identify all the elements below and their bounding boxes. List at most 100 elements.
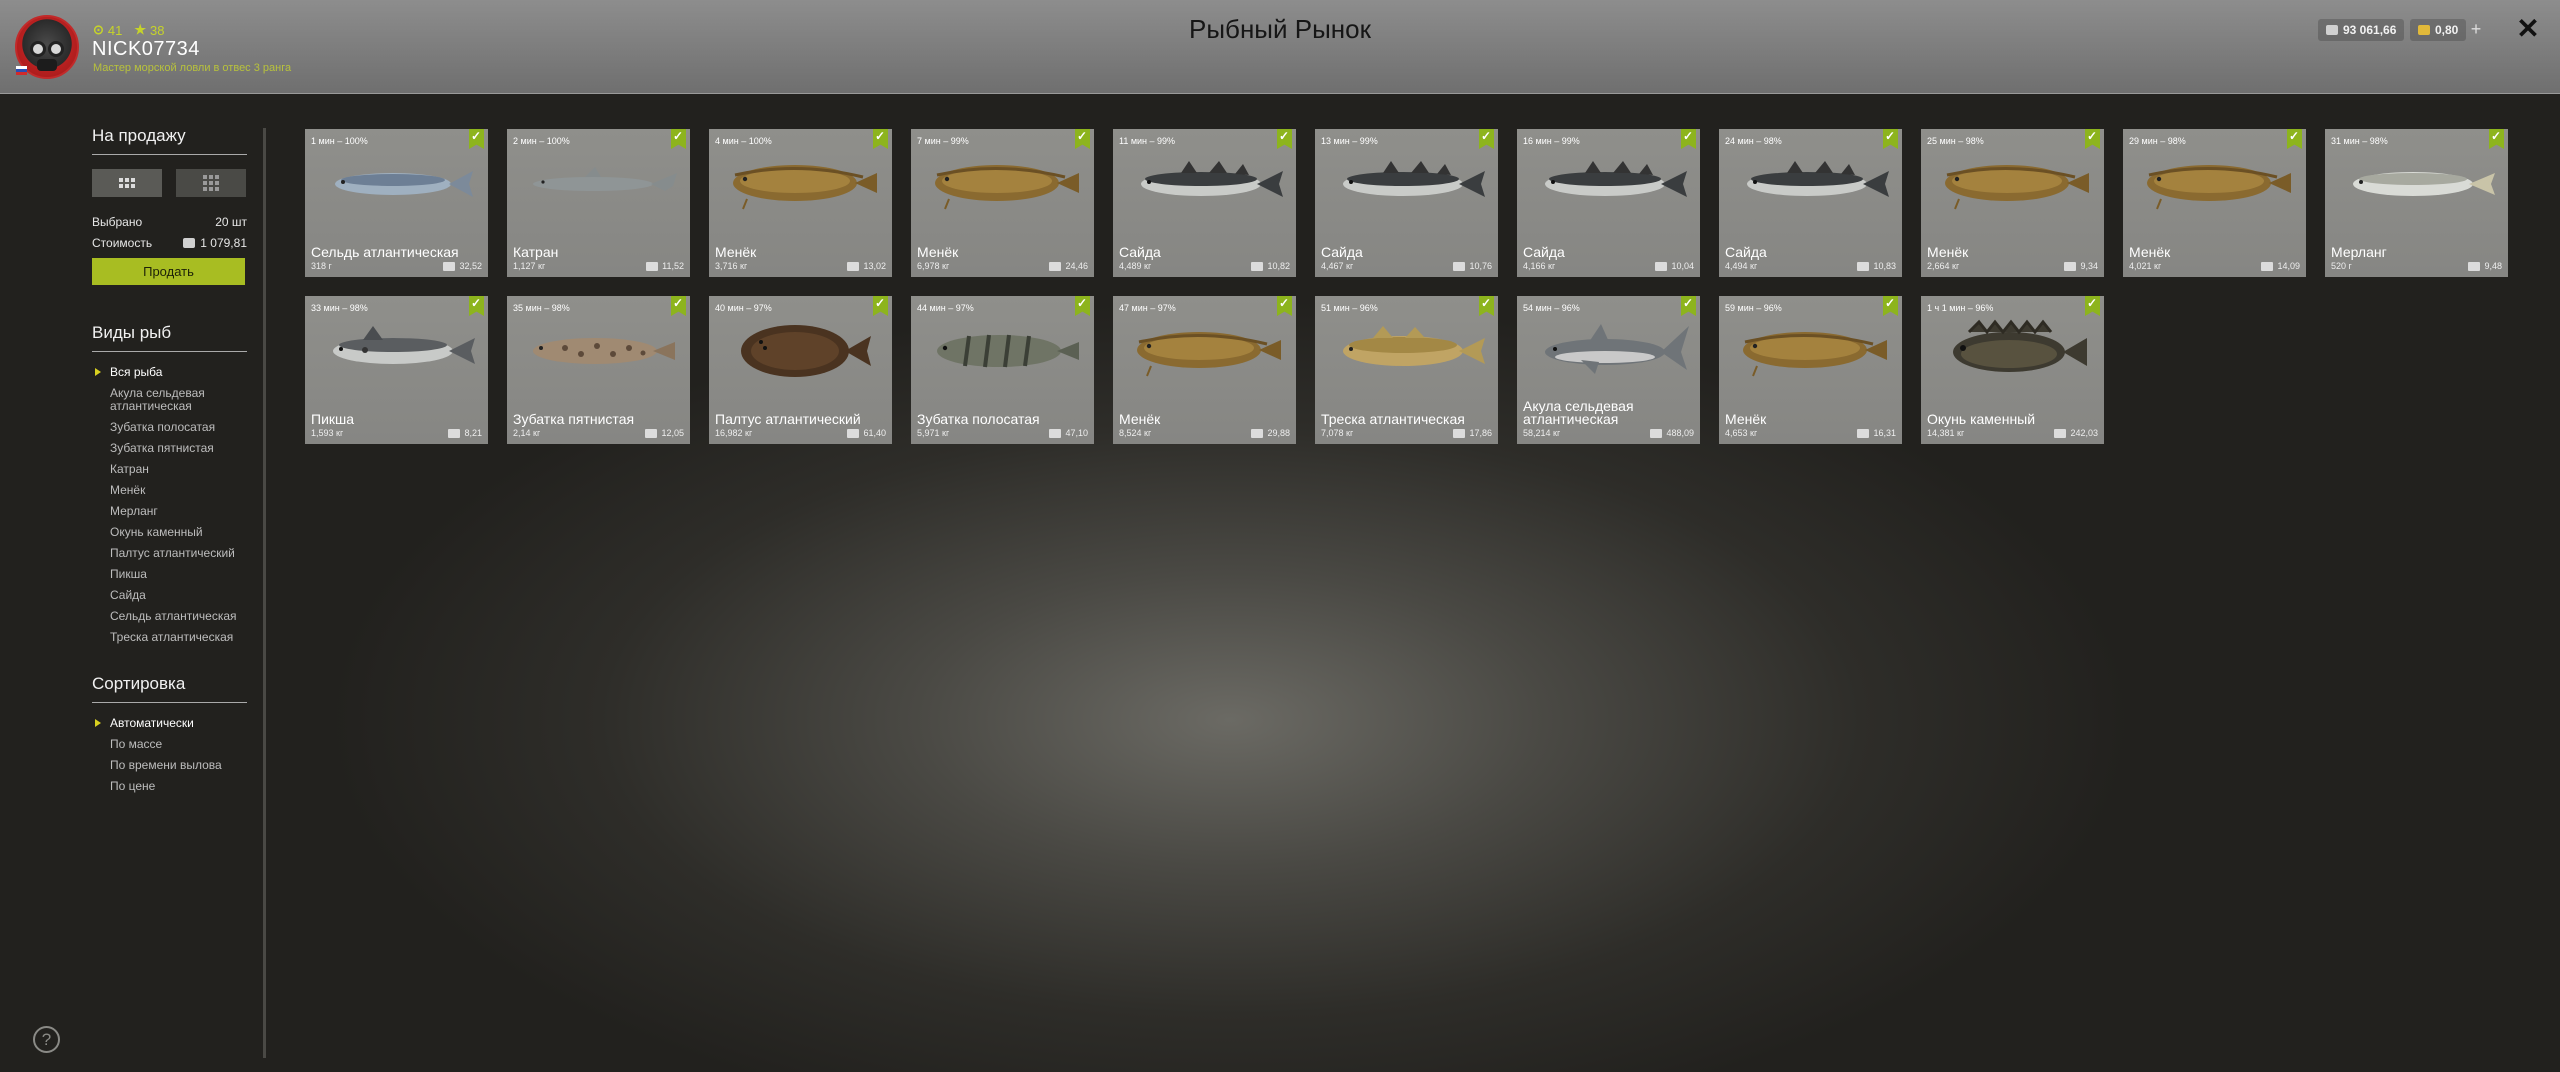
fish-card[interactable]: 7 мин – 99% Менёк6,978 кг 24,46: [911, 129, 1094, 277]
fish-price-value: 24,46: [1065, 261, 1088, 271]
selected-checkmark-icon[interactable]: [1479, 129, 1494, 149]
fish-price-value: 9,34: [2080, 261, 2098, 271]
selected-checkmark-icon[interactable]: [671, 129, 686, 149]
fish-card[interactable]: 35 мин – 98% Зубатка пятнистая2,14 кг 12,0…: [507, 296, 690, 444]
fish-price-value: 10,83: [1873, 261, 1896, 271]
sort-option-item[interactable]: Автоматически: [92, 717, 247, 730]
fish-price-value: 17,86: [1469, 428, 1492, 438]
sort-option-item[interactable]: По цене: [92, 780, 247, 793]
fish-card[interactable]: 24 мин – 98% Сайда4,494 кг 10,83: [1719, 129, 1902, 277]
fish-price-value: 11,52: [662, 261, 684, 271]
fish-card[interactable]: 2 мин – 100% Катран1,127 кг 11,52: [507, 129, 690, 277]
silver-coin-icon: [1251, 261, 1264, 271]
fish-card[interactable]: 16 мин – 99% Сайда4,166 кг 10,04: [1517, 129, 1700, 277]
fish-card[interactable]: 11 мин – 99% Сайда4,489 кг 10,82: [1113, 129, 1296, 277]
fish-price: 242,03: [2054, 428, 2098, 438]
fish-mass: 14,381 кг: [1927, 428, 1965, 438]
fish-cusk-icon: [919, 151, 1086, 213]
fish-shark-small-icon: [515, 151, 682, 213]
selected-checkmark-icon[interactable]: [671, 296, 686, 316]
fish-type-filter-item[interactable]: Мерланг: [92, 505, 247, 518]
fish-type-filter-item[interactable]: Акула сельдевая атлантическая: [92, 387, 247, 413]
fish-price: 16,31: [1857, 428, 1896, 438]
fish-type-filter-item[interactable]: Вся рыба: [92, 366, 247, 379]
gold-value: 0,80: [2435, 23, 2459, 37]
country-flag-icon: [16, 66, 27, 75]
fish-card[interactable]: 31 мин – 98% Мерланг520 г 9,48: [2325, 129, 2508, 277]
fish-type-filter-item[interactable]: Сайда: [92, 589, 247, 602]
selected-checkmark-icon[interactable]: [469, 296, 484, 316]
selected-checkmark-icon[interactable]: [873, 129, 888, 149]
help-button[interactable]: ?: [33, 1026, 60, 1053]
selected-checkmark-icon[interactable]: [1075, 296, 1090, 316]
sort-option-item[interactable]: По времени вылова: [92, 759, 247, 772]
fish-card[interactable]: 25 мин – 98% Менёк2,664 кг 9,34: [1921, 129, 2104, 277]
close-button[interactable]: ✕: [2514, 14, 2542, 44]
large-grid-view-button[interactable]: [92, 169, 162, 197]
sidebar: На продажу Выбрано 20 шт Стоимость 1 079…: [92, 126, 247, 823]
selected-checkmark-icon[interactable]: [1681, 296, 1696, 316]
fish-card[interactable]: 40 мин – 97% Палтус атлантический16,982 к…: [709, 296, 892, 444]
fish-price-value: 14,09: [2277, 261, 2300, 271]
fish-card[interactable]: 54 мин – 96% Акула сельдевая атлантическа…: [1517, 296, 1700, 444]
selected-checkmark-icon[interactable]: [1277, 129, 1292, 149]
fish-type-filter-item[interactable]: Зубатка пятнистая: [92, 442, 247, 455]
fish-type-filter-item[interactable]: Катран: [92, 463, 247, 476]
selected-checkmark-icon[interactable]: [1883, 129, 1898, 149]
silver-coin-icon: [645, 428, 658, 438]
fish-type-filter-item[interactable]: Менёк: [92, 484, 247, 497]
selected-checkmark-icon[interactable]: [2085, 296, 2100, 316]
fish-card[interactable]: 1 мин – 100% Сельдь атлантическая318 г 32,…: [305, 129, 488, 277]
fish-mass: 5,971 кг: [917, 428, 950, 438]
catch-time-quality: 1 мин – 100%: [311, 136, 368, 146]
silver-coin-icon: [2326, 25, 2338, 35]
fish-price: 10,83: [1857, 261, 1896, 271]
fish-card[interactable]: 33 мин – 98% Пикша1,593 кг 8,21: [305, 296, 488, 444]
fish-price-value: 16,31: [1873, 428, 1896, 438]
sort-option-item[interactable]: По массе: [92, 738, 247, 751]
catch-time-quality: 31 мин – 98%: [2331, 136, 2388, 146]
fish-card[interactable]: 1 ч 1 мин – 96% Окунь каменный14,381 кг 24…: [1921, 296, 2104, 444]
page-title: Рыбный Рынок: [1189, 14, 1371, 44]
fish-card[interactable]: 44 мин – 97% Зубатка полосатая5,971 кг 47,…: [911, 296, 1094, 444]
selected-checkmark-icon[interactable]: [2489, 129, 2504, 149]
selected-checkmark-icon[interactable]: [1681, 129, 1696, 149]
cost-value: 1 079,81: [200, 236, 247, 250]
fish-type-filter-item[interactable]: Сельдь атлантическая: [92, 610, 247, 623]
fish-price: 14,09: [2261, 261, 2300, 271]
fish-mass: 4,467 кг: [1321, 261, 1354, 271]
fish-type-filter-item[interactable]: Палтус атлантический: [92, 547, 247, 560]
selected-checkmark-icon[interactable]: [469, 129, 484, 149]
selected-checkmark-icon[interactable]: [2287, 129, 2302, 149]
fish-type-filter-item[interactable]: Окунь каменный: [92, 526, 247, 539]
fish-type-filter-item[interactable]: Зубатка полосатая: [92, 421, 247, 434]
fish-name: Зубатка пятнистая: [513, 411, 635, 427]
fish-price-value: 8,21: [464, 428, 482, 438]
fish-name: Менёк: [715, 244, 757, 260]
selected-checkmark-icon[interactable]: [873, 296, 888, 316]
fish-wolffish-spotted-icon: [515, 318, 682, 380]
fish-card[interactable]: 29 мин – 98% Менёк4,021 кг 14,09: [2123, 129, 2306, 277]
fish-type-filter-item[interactable]: Треска атлантическая: [92, 631, 247, 644]
fish-mass: 4,653 кг: [1725, 428, 1758, 438]
fish-type-filter-item[interactable]: Пикша: [92, 568, 247, 581]
fish-card[interactable]: 51 мин – 96% Треска атлантическая7,078 кг…: [1315, 296, 1498, 444]
fish-card[interactable]: 4 мин – 100% Менёк3,716 кг 13,02: [709, 129, 892, 277]
selected-checkmark-icon[interactable]: [1277, 296, 1292, 316]
fish-price: 11,52: [646, 261, 684, 271]
fish-halibut-icon: [717, 318, 884, 380]
view-toggles: [92, 169, 247, 197]
selected-checkmark-icon[interactable]: [2085, 129, 2100, 149]
small-grid-view-button[interactable]: [176, 169, 246, 197]
fish-card[interactable]: 47 мин – 97% Менёк8,524 кг 29,88: [1113, 296, 1296, 444]
fish-name: Катран: [513, 244, 559, 260]
sell-button[interactable]: Продать: [92, 258, 245, 285]
selected-checkmark-icon[interactable]: [1883, 296, 1898, 316]
selected-checkmark-icon[interactable]: [1075, 129, 1090, 149]
catch-time-quality: 7 мин – 99%: [917, 136, 969, 146]
fish-card[interactable]: 59 мин – 96% Менёк4,653 кг 16,31: [1719, 296, 1902, 444]
selected-checkmark-icon[interactable]: [1479, 296, 1494, 316]
fish-card[interactable]: 13 мин – 99% Сайда4,467 кг 10,76: [1315, 129, 1498, 277]
fish-mass: 1,127 кг: [513, 261, 546, 271]
add-currency-button[interactable]: +: [2466, 19, 2486, 41]
